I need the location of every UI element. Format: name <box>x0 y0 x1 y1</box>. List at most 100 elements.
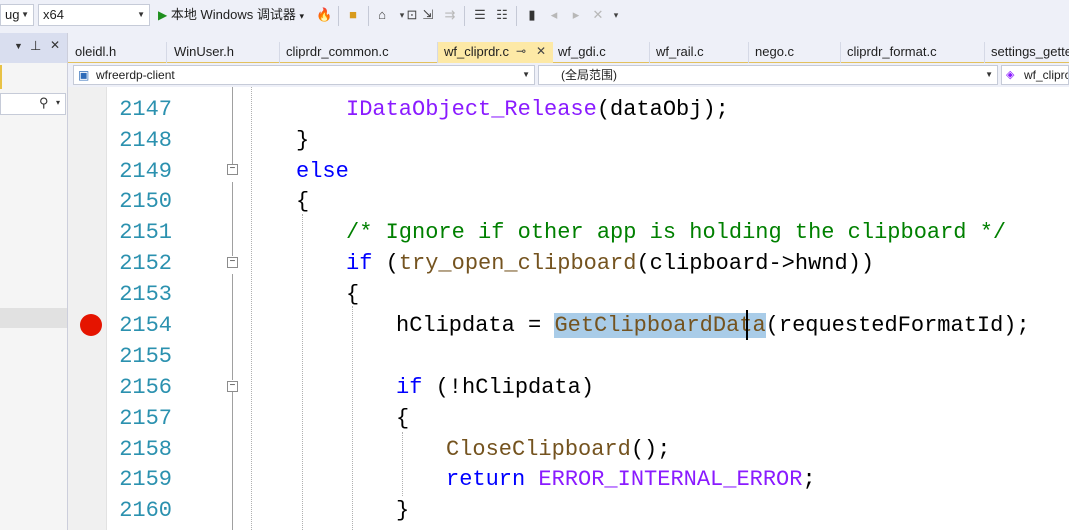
scope-dropdown[interactable]: (全局范围) ▼ <box>538 65 998 85</box>
folder-icon[interactable]: ■ <box>345 7 361 23</box>
tab-nego-c[interactable]: nego.c <box>749 42 841 63</box>
member-dropdown[interactable]: ◈ wf_cliprc <box>1001 65 1069 85</box>
tab-cliprdr-common-c[interactable]: cliprdr_common.c <box>280 42 438 63</box>
clear-bookmarks-icon[interactable]: ✕ <box>590 7 606 23</box>
close-icon[interactable]: ✕ <box>536 42 546 61</box>
code-line[interactable]: } <box>296 125 309 156</box>
left-dock-panel: ▼ ⊥ ✕ ⚲ ▾ <box>0 33 68 530</box>
tab-winuser-h[interactable]: WinUser.h <box>168 42 280 63</box>
tab-cliprdr-format-c[interactable]: cliprdr_format.c <box>841 42 985 63</box>
chevron-down-icon[interactable]: ▾ <box>608 7 624 23</box>
tab-wf-rail-c[interactable]: wf_rail.c <box>650 42 749 63</box>
code-line[interactable]: { <box>396 403 409 434</box>
tab-settings-getter[interactable]: settings_gette <box>985 42 1069 63</box>
tab-label: nego.c <box>755 44 795 59</box>
panel-search-input[interactable]: ⚲ ▾ <box>0 93 66 115</box>
indent-guide <box>302 214 303 530</box>
line-number: 2158 <box>119 437 172 462</box>
code-token: (dataObj); <box>596 97 729 122</box>
code-token: if <box>396 375 423 400</box>
search-icon[interactable]: ⚲ <box>39 95 49 111</box>
code-token: { <box>346 282 360 307</box>
project-name: wfreerdp-client <box>96 68 175 82</box>
tab-oleidl-h[interactable]: oleidl.h <box>69 42 167 63</box>
platform-value: x64 <box>43 7 64 22</box>
selected-token: GetClipboardData <box>554 313 766 338</box>
bookmark-icon[interactable]: ▮ <box>524 7 540 23</box>
breakpoint-icon[interactable] <box>80 314 102 336</box>
line-number: 2160 <box>119 498 172 523</box>
line-number: 2159 <box>119 467 172 492</box>
tab-label: oleidl.h <box>75 44 117 59</box>
breakpoint-toggle-icon[interactable]: ⊡ <box>404 7 420 23</box>
code-line[interactable]: return ERROR_INTERNAL_ERROR; <box>446 464 816 495</box>
code-line[interactable]: hClipdata = GetClipboardData(requestedFo… <box>396 310 1030 341</box>
step-over-icon[interactable]: ⇉ <box>442 7 458 23</box>
uncomment-lines-icon[interactable]: ☷ <box>494 7 510 23</box>
toolbar-separator <box>464 6 465 26</box>
pin-icon[interactable]: ⊸ <box>516 42 526 61</box>
tab-wf-gdi-c[interactable]: wf_gdi.c <box>552 42 650 63</box>
collapse-icon[interactable]: − <box>227 257 238 268</box>
chevron-down-icon[interactable]: ▼ <box>14 41 23 51</box>
code-line[interactable]: { <box>346 279 359 310</box>
code-token: } <box>296 128 310 153</box>
code-token: else <box>296 159 349 184</box>
start-debugging-button[interactable]: ▶ 本地 Windows 调试器 ▾ <box>158 4 310 26</box>
code-line[interactable]: /* Ignore if other app is holding the cl… <box>346 217 1006 248</box>
code-token: try_open_clipboard <box>398 251 637 276</box>
code-line[interactable]: } <box>396 495 409 526</box>
code-line[interactable]: IDataObject_Release(dataObj); <box>346 94 729 125</box>
tab-label: cliprdr_common.c <box>286 44 389 59</box>
chevron-down-icon: ▼ <box>522 70 530 79</box>
code-token: ( <box>372 251 399 276</box>
toolbar: ug ▼ x64 ▼ ▶ 本地 Windows 调试器 ▾ 🔥 ■ ⌂ ▾ ⊡ … <box>0 0 1069 34</box>
comment-lines-icon[interactable]: ☰ <box>472 7 488 23</box>
collapse-icon[interactable]: − <box>227 381 238 392</box>
toolbar-separator <box>516 6 517 26</box>
next-bookmark-icon[interactable]: ▸ <box>568 7 584 23</box>
platform-combo[interactable]: x64 ▼ <box>38 4 150 26</box>
member-name: wf_cliprc <box>1024 68 1069 82</box>
collapse-icon[interactable]: − <box>227 164 238 175</box>
text-caret <box>746 310 748 340</box>
code-token: /* Ignore if other app is holding the cl… <box>346 220 1007 245</box>
configuration-combo[interactable]: ug ▼ <box>0 4 34 26</box>
line-number: 2156 <box>119 375 172 400</box>
chevron-down-icon[interactable]: ▾ <box>56 98 60 107</box>
chevron-down-icon: ▼ <box>137 10 145 19</box>
code-line[interactable]: CloseClipboard(); <box>446 434 670 465</box>
project-dropdown[interactable]: ▣ wfreerdp-client ▼ <box>73 65 535 85</box>
code-line[interactable]: else <box>296 156 349 187</box>
code-line[interactable]: { <box>296 186 309 217</box>
previous-bookmark-icon[interactable]: ◂ <box>546 7 562 23</box>
step-into-icon[interactable]: ⇲ <box>420 7 436 23</box>
indent-guide <box>352 306 353 530</box>
tab-label: wf_cliprdr.c <box>444 44 510 59</box>
scope-name: (全局范围) <box>561 68 617 82</box>
indent-guide <box>251 87 252 530</box>
chevron-down-icon: ▼ <box>985 70 993 79</box>
panel-selected-row[interactable] <box>0 308 67 328</box>
panel-header: ▼ ⊥ ✕ <box>0 33 67 63</box>
hot-reload-icon[interactable]: 🔥 <box>316 7 332 23</box>
tab-label: wf_gdi.c <box>558 44 606 59</box>
pin-icon[interactable]: ⊥ <box>30 38 41 54</box>
code-token: (!hClipdata) <box>422 375 595 400</box>
breakpoint-margin[interactable] <box>68 87 107 530</box>
code-token: (requestedFormatId); <box>765 313 1030 338</box>
tab-wf-cliprdr-c[interactable]: wf_cliprdr.c ⊸ ✕ <box>438 42 553 63</box>
code-token: return <box>446 467 526 492</box>
document-tabs: oleidl.h WinUser.h cliprdr_common.c wf_c… <box>68 33 1069 63</box>
chevron-down-icon: ▾ <box>299 11 304 21</box>
outline-line <box>232 87 233 171</box>
code-token: CloseClipboard <box>446 437 631 462</box>
home-icon[interactable]: ⌂ <box>374 7 390 23</box>
line-number: 2148 <box>119 128 172 153</box>
code-line[interactable]: if (try_open_clipboard(clipboard->hwnd)) <box>346 248 874 279</box>
code-line[interactable]: if (!hClipdata) <box>396 372 594 403</box>
close-icon[interactable]: ✕ <box>50 38 60 52</box>
indent-guide <box>402 432 403 496</box>
project-icon: ▣ <box>78 68 90 82</box>
